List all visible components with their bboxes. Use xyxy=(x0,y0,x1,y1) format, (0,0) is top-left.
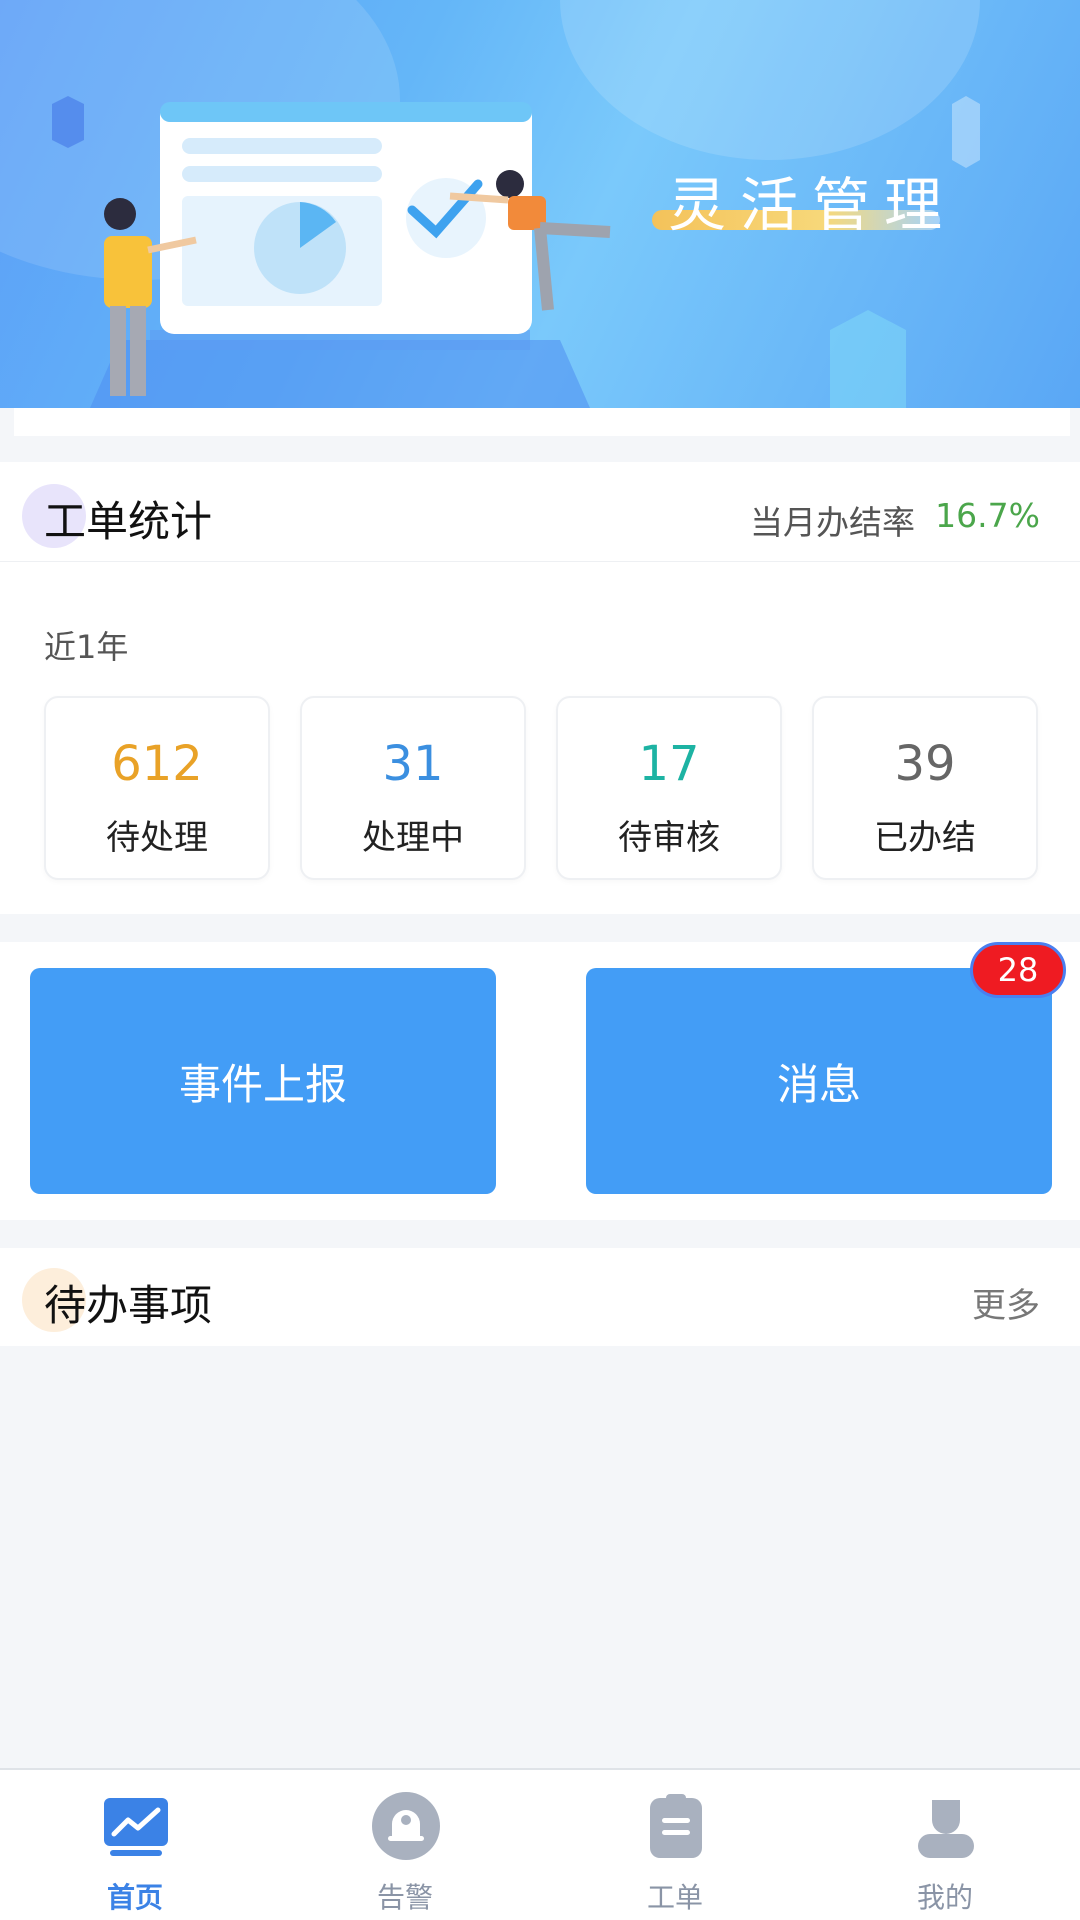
tab-label: 工单 xyxy=(646,1881,703,1914)
bell-icon xyxy=(372,1792,440,1860)
tab-label: 告警 xyxy=(376,1881,433,1914)
stat-value: 31 xyxy=(382,736,444,792)
tab-work-order[interactable]: 工单 xyxy=(540,1770,810,1920)
home-chart-icon xyxy=(104,1798,168,1856)
stat-value: 39 xyxy=(894,736,956,792)
stat-label: 已办结 xyxy=(874,818,976,858)
todo-title: 待办事项 xyxy=(44,1281,213,1330)
tab-label: 我的 xyxy=(916,1881,973,1914)
completion-rate-value: 16.7% xyxy=(935,496,1040,535)
stat-pending[interactable]: 612 待处理 xyxy=(44,696,270,880)
bottom-tab-bar: 首页 告警 工单 我的 xyxy=(0,1768,1080,1920)
todo-header: 待办事项 更多 xyxy=(0,1248,1080,1346)
event-report-button[interactable]: 事件上报 xyxy=(30,968,496,1194)
clipboard-icon xyxy=(650,1794,702,1858)
period-label: 近1年 xyxy=(44,628,129,666)
stats-title: 工单统计 xyxy=(44,497,213,546)
stat-value: 17 xyxy=(638,736,700,792)
stat-value: 612 xyxy=(111,736,203,792)
stat-label: 处理中 xyxy=(362,818,464,858)
banner-bottom-strip xyxy=(14,408,1070,436)
stats-header: 工单统计 当月办结率 16.7% xyxy=(0,462,1080,562)
stat-reviewing[interactable]: 17 待审核 xyxy=(556,696,782,880)
message-count-badge: 28 xyxy=(970,942,1066,998)
work-order-stats-card: 工单统计 当月办结率 16.7% 近1年 612 待处理 31 处理中 17 待… xyxy=(0,462,1080,914)
tab-mine[interactable]: 我的 xyxy=(810,1770,1080,1920)
stat-label: 待处理 xyxy=(106,818,208,858)
todo-more-link[interactable]: 更多 xyxy=(972,1278,1040,1327)
banner-title: 灵活管理 xyxy=(668,171,957,239)
message-button[interactable]: 消息 xyxy=(586,968,1052,1194)
tab-home[interactable]: 首页 xyxy=(0,1770,270,1920)
tab-label: 首页 xyxy=(106,1881,163,1914)
stat-label: 待审核 xyxy=(618,818,720,858)
banner: 灵活管理 xyxy=(0,0,1080,408)
stat-completed[interactable]: 39 已办结 xyxy=(812,696,1038,880)
tab-alarm[interactable]: 告警 xyxy=(270,1770,540,1920)
completion-rate-label: 当月办结率 xyxy=(750,503,915,542)
stat-processing[interactable]: 31 处理中 xyxy=(300,696,526,880)
user-icon xyxy=(918,1800,974,1858)
